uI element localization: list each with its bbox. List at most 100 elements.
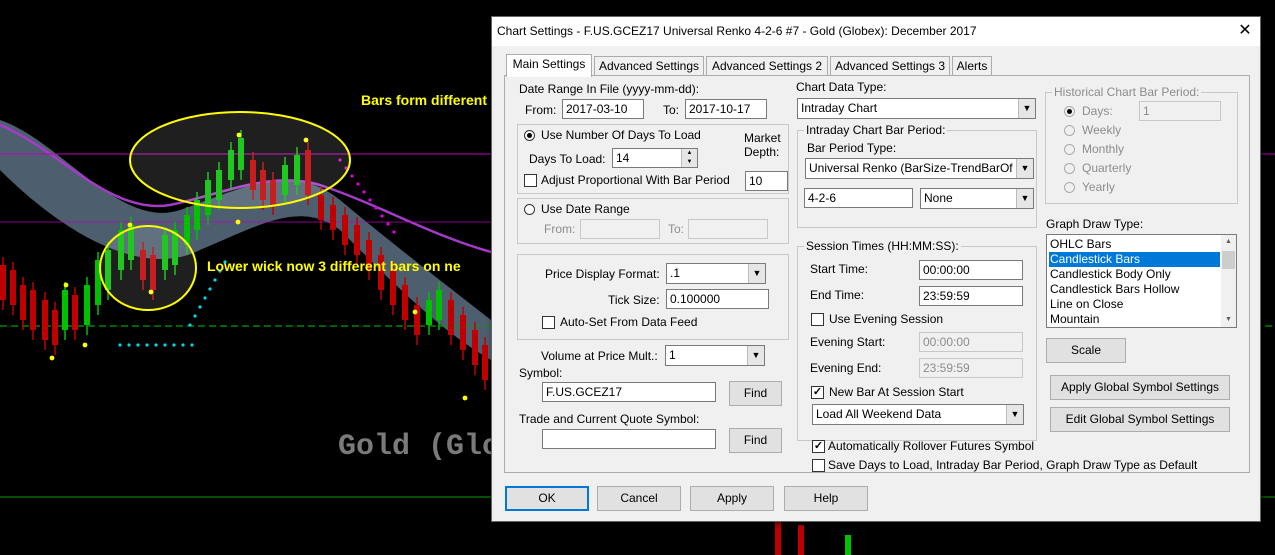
candle-body: [42, 300, 48, 340]
price-format-select[interactable]: .1 ▼: [666, 263, 766, 284]
apply-global-settings-button[interactable]: Apply Global Symbol Settings: [1050, 375, 1230, 400]
tab-main-settings[interactable]: Main Settings: [506, 54, 592, 77]
candle-body: [0, 265, 6, 300]
end-time-field[interactable]: 23:59:59: [919, 286, 1023, 306]
adjust-proportional-label: Adjust Proportional With Bar Period: [541, 173, 730, 187]
list-scrollbar[interactable]: ▲ ▼: [1221, 235, 1236, 327]
historical-days-radio[interactable]: [1064, 106, 1075, 117]
tab-advanced-settings-3[interactable]: Advanced Settings 3: [830, 56, 950, 76]
graph-draw-item[interactable]: Mountain: [1049, 312, 1220, 327]
indicator-dot: [462, 395, 468, 401]
indicator-dot: [49, 355, 55, 361]
weekend-data-select[interactable]: Load All Weekend Data ▼: [812, 404, 1024, 425]
candle-body: [72, 295, 78, 330]
market-depth-field[interactable]: 10: [745, 171, 788, 191]
bar-period-value-field[interactable]: 4-2-6: [804, 188, 913, 208]
evening-session-checkbox[interactable]: [811, 313, 824, 326]
bar-period-type-select[interactable]: Universal Renko (BarSize-TrendBarOf ▼: [805, 158, 1034, 179]
graph-draw-item[interactable]: Candlestick Body Only: [1049, 267, 1220, 282]
graph-draw-item[interactable]: OHLC Bars: [1049, 237, 1220, 252]
find-trade-symbol-button[interactable]: Find: [729, 428, 782, 453]
start-time-field[interactable]: 00:00:00: [919, 260, 1023, 280]
candle-body: [472, 330, 478, 365]
bar-period-type-value: Universal Renko (BarSize-TrendBarOf: [809, 161, 1013, 175]
symbol-field[interactable]: F.US.GCEZ17: [542, 382, 716, 402]
autoset-checkbox[interactable]: [542, 316, 555, 329]
price-format-label: Price Display Format:: [545, 267, 660, 281]
tab-alerts[interactable]: Alerts: [952, 56, 992, 76]
chart-data-type-label: Chart Data Type:: [796, 80, 887, 94]
dialog-titlebar[interactable]: Chart Settings - F.US.GCEZ17 Universal R…: [492, 17, 1260, 46]
find-symbol-button[interactable]: Find: [729, 381, 782, 406]
historical-group-title: Historical Chart Bar Period:: [1052, 85, 1202, 99]
graph-draw-item[interactable]: Candlestick Bars Hollow: [1049, 282, 1220, 297]
candle-body: [62, 290, 68, 330]
tab-advanced-settings-2[interactable]: Advanced Settings 2: [706, 56, 828, 76]
adjust-proportional-checkbox[interactable]: [524, 174, 537, 187]
candle-body: [426, 300, 432, 325]
trade-symbol-label: Trade and Current Quote Symbol:: [519, 412, 700, 426]
historical-quarterly-radio[interactable]: [1064, 163, 1075, 174]
date-range-label: Date Range In File (yyyy-mm-dd):: [519, 82, 700, 96]
tick-size-field[interactable]: 0.100000: [666, 289, 769, 309]
use-days-radio[interactable]: [524, 130, 535, 141]
scroll-down-icon[interactable]: ▼: [1221, 313, 1236, 327]
autoset-label: Auto-Set From Data Feed: [560, 315, 698, 329]
auto-rollover-label: Automatically Rollover Futures Symbol: [828, 439, 1035, 453]
close-icon[interactable]: ✕: [1230, 17, 1260, 46]
new-bar-session-checkbox[interactable]: ✓: [811, 386, 824, 399]
evening-end-field[interactable]: 23:59:59: [919, 358, 1023, 378]
scroll-up-icon[interactable]: ▲: [1221, 235, 1236, 249]
indicator-dot: [145, 343, 149, 347]
evening-start-label: Evening Start:: [810, 335, 886, 349]
chevron-down-icon: ▼: [748, 264, 765, 283]
trade-symbol-field[interactable]: [542, 429, 716, 449]
historical-days-field[interactable]: 1: [1139, 101, 1221, 121]
graph-draw-item-selected[interactable]: Candlestick Bars: [1049, 252, 1220, 267]
indicator-dot: [350, 174, 354, 178]
days-to-load-field[interactable]: 14 ▲ ▼: [612, 148, 698, 168]
spinner-icon[interactable]: ▲ ▼: [681, 149, 697, 167]
historical-quarterly-label: Quarterly: [1082, 161, 1132, 175]
main-settings-panel: Date Range In File (yyyy-mm-dd): From: 2…: [504, 75, 1250, 473]
cancel-button[interactable]: Cancel: [597, 486, 681, 511]
range-from-label: From:: [544, 222, 576, 236]
range-to-field[interactable]: [688, 219, 768, 239]
save-default-label: Save Days to Load, Intraday Bar Period, …: [828, 458, 1198, 472]
apply-button[interactable]: Apply: [690, 486, 774, 511]
intraday-group-title: Intraday Chart Bar Period:: [804, 123, 948, 137]
indicator-dot: [63, 282, 69, 288]
edit-global-settings-button[interactable]: Edit Global Symbol Settings: [1050, 407, 1230, 432]
historical-yearly-radio[interactable]: [1064, 182, 1075, 193]
tab-advanced-settings[interactable]: Advanced Settings: [594, 56, 704, 76]
indicator-dot: [154, 343, 158, 347]
save-default-checkbox[interactable]: [812, 459, 825, 472]
historical-monthly-radio[interactable]: [1064, 144, 1075, 155]
graph-draw-item[interactable]: Line on Close: [1049, 297, 1220, 312]
indicator-dot: [127, 343, 131, 347]
historical-weekly-radio[interactable]: [1064, 125, 1075, 136]
date-from-label: From:: [525, 103, 557, 117]
indicator-dot: [203, 296, 207, 300]
candle-body: [342, 215, 348, 245]
use-date-range-radio[interactable]: [524, 204, 535, 215]
indicator-dot: [213, 278, 217, 282]
date-to-field[interactable]: 2017-10-17: [685, 99, 767, 119]
help-button[interactable]: Help: [784, 486, 868, 511]
bar-period-unit-select[interactable]: None ▼: [920, 188, 1034, 209]
auto-rollover-checkbox[interactable]: ✓: [812, 440, 825, 453]
ok-button[interactable]: OK: [505, 486, 589, 511]
range-from-field[interactable]: [580, 219, 660, 239]
candle-body: [482, 345, 488, 380]
graph-draw-type-list[interactable]: OHLC Bars Candlestick Bars Candlestick B…: [1046, 234, 1237, 328]
new-bar-session-label: New Bar At Session Start: [829, 385, 964, 399]
chart-data-type-select[interactable]: Intraday Chart ▼: [797, 98, 1036, 119]
indicator-dot: [118, 343, 122, 347]
market-depth-label-1: Market: [744, 131, 781, 145]
scale-button[interactable]: Scale: [1046, 338, 1126, 363]
scroll-thumb[interactable]: [1222, 251, 1235, 269]
evening-start-field[interactable]: 00:00:00: [919, 332, 1023, 352]
candle-body: [318, 195, 324, 220]
volume-mult-select[interactable]: 1 ▼: [665, 345, 765, 366]
date-from-field[interactable]: 2017-03-10: [562, 99, 644, 119]
